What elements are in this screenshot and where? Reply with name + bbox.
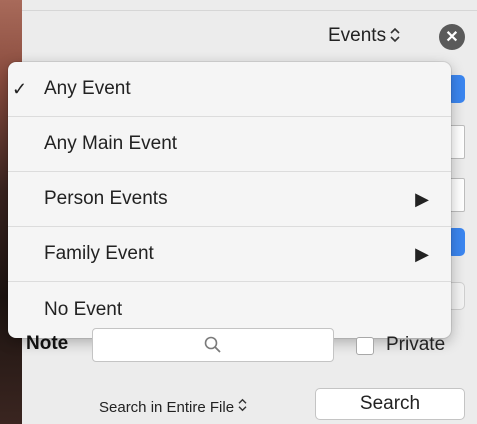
updown-arrows-icon	[238, 398, 247, 416]
submenu-arrow-icon: ▶	[415, 188, 429, 209]
events-popup-label: Events	[328, 25, 387, 46]
checkmark-icon: ✓	[12, 78, 28, 99]
menu-item-any-main-event[interactable]: Any Main Event	[8, 117, 451, 172]
menu-item-label: Any Event	[44, 78, 131, 99]
search-scope-label: Search in Entire File	[99, 398, 235, 416]
search-scope-popup[interactable]: Search in Entire File	[99, 398, 247, 416]
private-checkbox[interactable]	[356, 337, 374, 355]
hidden-text-field[interactable]	[449, 125, 465, 159]
hidden-text-field[interactable]	[449, 178, 465, 212]
events-popup-button[interactable]: Events	[328, 22, 400, 50]
menu-item-label: Person Events	[44, 188, 168, 209]
updown-arrows-icon	[390, 27, 400, 45]
menu-item-label: Any Main Event	[44, 133, 178, 154]
note-label: Note	[26, 333, 69, 354]
menu-item-person-events[interactable]: Person Events ▶	[8, 172, 451, 227]
search-button[interactable]: Search	[315, 388, 465, 420]
search-icon	[204, 336, 221, 353]
event-type-menu: ✓ Any Event Any Main Event Person Events…	[8, 62, 451, 338]
menu-item-label: No Event	[44, 298, 123, 320]
menu-item-any-event[interactable]: ✓ Any Event	[8, 62, 451, 117]
menu-item-family-event[interactable]: Family Event ▶	[8, 227, 451, 282]
menu-item-label: Family Event	[44, 243, 154, 264]
top-divider	[22, 10, 477, 11]
submenu-arrow-icon: ▶	[415, 243, 429, 264]
private-label: Private	[386, 334, 446, 355]
note-search-field[interactable]	[92, 328, 334, 362]
close-icon[interactable]: ✕	[439, 24, 465, 50]
